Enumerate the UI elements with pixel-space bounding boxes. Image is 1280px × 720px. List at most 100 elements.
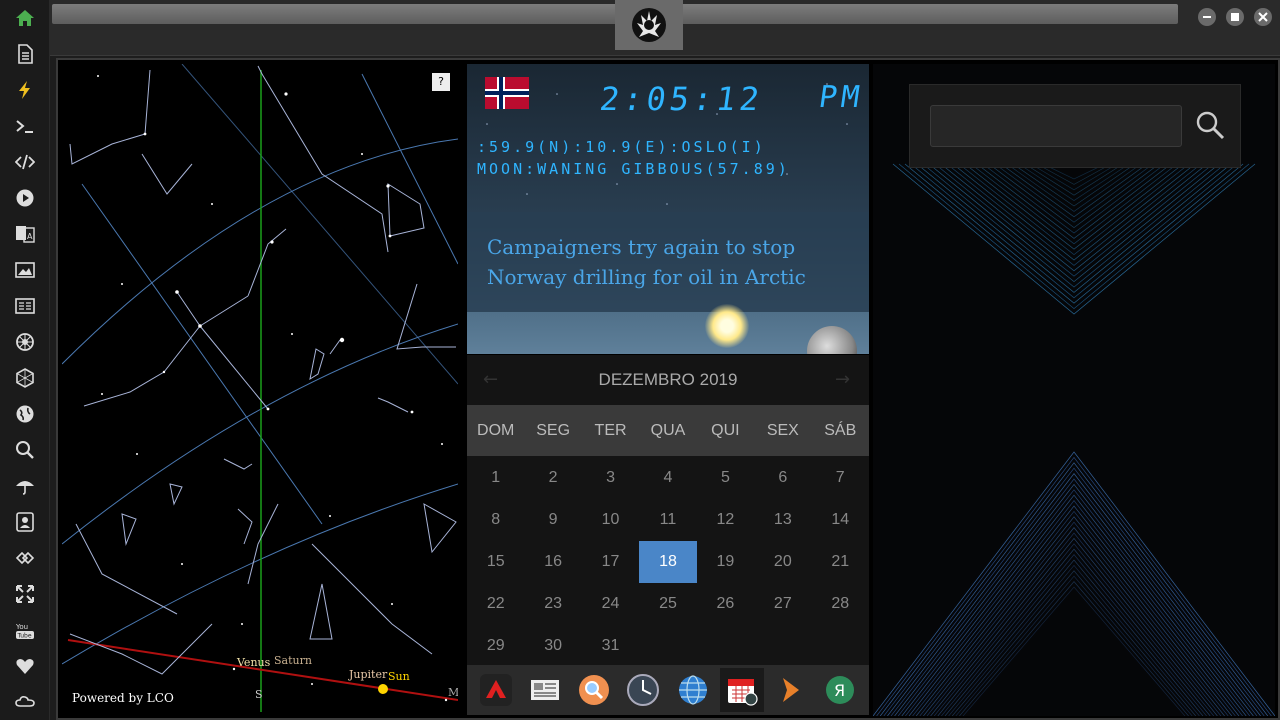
arrow-right-icon: → [835,369,851,390]
maximize-button[interactable] [1226,8,1244,26]
edge-label: M [448,686,458,699]
play-icon[interactable] [9,182,41,214]
calendar-day[interactable]: 16 [524,541,581,583]
bolt-icon[interactable] [9,74,41,106]
cloud-icon[interactable] [9,686,41,718]
pattern-line [883,467,1265,716]
calendar-day[interactable]: 17 [582,541,639,583]
calendar-day[interactable]: 5 [697,457,754,499]
sky-map[interactable]: ? Venus Saturn Jupiter Sun S M Powered b… [62,64,458,712]
calendar-day[interactable]: 10 [582,499,639,541]
calendar-day[interactable]: 1 [467,457,524,499]
calendar-day-today[interactable]: 18 [639,541,697,583]
search-button[interactable] [1192,107,1228,143]
dock-autodesk[interactable] [474,668,518,712]
search-input[interactable] [930,105,1182,147]
clock-time: 2:05:12 [597,80,766,118]
calendar-day[interactable]: 31 [582,625,639,667]
pattern-line [944,559,1204,716]
image-icon[interactable] [9,254,41,286]
dock-arrow[interactable] [769,668,813,712]
globe-icon[interactable] [9,398,41,430]
calendar-day[interactable]: 11 [639,499,696,541]
weekday: QUA [650,422,686,439]
calendar-day[interactable]: 9 [524,499,581,541]
app-dock: Я [467,665,869,715]
weekday: SEX [766,422,799,439]
youtube-icon[interactable]: You Tube [9,614,41,646]
dock-newspaper[interactable] [523,668,567,712]
pattern-line [951,570,1197,716]
dock-globe[interactable] [671,668,715,712]
document-icon[interactable] [9,38,41,70]
news-headline[interactable]: Campaigners try again to stop Norway dri… [487,232,849,292]
terminal-icon[interactable] [9,110,41,142]
expand-icon[interactable] [9,578,41,610]
pattern-line [962,586,1186,716]
pattern-line [908,505,1240,716]
heart-icon[interactable] [9,650,41,682]
help-button[interactable]: ? [432,73,450,91]
link-icon[interactable] [9,542,41,574]
news-ticker[interactable]: Campaigners try again to stop Norway dri… [467,212,869,312]
maximize-icon [1231,13,1239,21]
calendar-day[interactable]: 12 [697,499,754,541]
calendar-day[interactable]: 19 [697,541,754,583]
contact-icon[interactable] [9,506,41,538]
app-logo-tab[interactable] [615,0,683,50]
pattern-line [982,163,1166,234]
sun-marker [378,684,388,694]
dock-clock[interactable] [621,668,665,712]
search-icon[interactable] [9,434,41,466]
clock-widget: 2:05:12 PM :59.9(N):10.9(E):OSLO(I) MOON… [467,64,869,354]
news-icon[interactable] [9,290,41,322]
next-month-button[interactable]: → [835,369,850,390]
calendar-day[interactable]: 7 [812,457,869,499]
weekday: TER [594,422,627,439]
calendar-day[interactable]: 28 [812,583,869,625]
calendar-day[interactable]: 4 [639,457,696,499]
calendar-day[interactable]: 15 [467,541,524,583]
dock-calendar[interactable] [719,668,764,712]
calendar-day[interactable]: 29 [467,625,524,667]
calendar-week: 8 9 10 11 12 13 14 [467,499,869,541]
calendar-day[interactable]: 26 [697,583,754,625]
translate-icon[interactable]: A [9,218,41,250]
pattern-line [873,451,1275,716]
dock-yandex[interactable]: Я [818,668,862,712]
umbrella-icon[interactable] [9,470,41,502]
newspaper-icon [530,680,559,700]
calendar-day[interactable]: 21 [812,541,869,583]
sky-chart [62,64,458,712]
calendar-day[interactable]: 6 [754,457,811,499]
calendar-day[interactable]: 30 [524,625,581,667]
calendar-month: DEZEMBRO 2019 [598,370,738,389]
weekday-header: DOM SEG TER QUA QUI SEX SÁB [467,405,869,456]
pattern-line [890,478,1258,716]
calendar-day[interactable]: 2 [524,457,581,499]
search-widget [909,84,1241,168]
home-icon[interactable] [9,2,41,34]
powered-by-label[interactable]: Powered by LCO [72,691,174,705]
code-icon[interactable] [9,146,41,178]
calendar-day[interactable]: 27 [754,583,811,625]
close-button[interactable] [1254,8,1272,26]
pattern-line [904,163,1244,304]
dock-magnifier[interactable] [572,668,616,712]
minimize-button[interactable] [1198,8,1216,26]
top-bar [50,0,1280,56]
calendar-day[interactable]: 8 [467,499,524,541]
rebel-icon[interactable] [9,326,41,358]
hexagon-icon[interactable] [9,362,41,394]
calendar-day[interactable]: 24 [582,583,639,625]
norway-flag-icon [485,77,529,109]
calendar-day[interactable]: 3 [582,457,639,499]
calendar-day[interactable]: 22 [467,583,524,625]
calendar-day[interactable]: 25 [639,583,696,625]
arrow-icon [783,678,800,702]
calendar-day[interactable]: 23 [524,583,581,625]
calendar-day[interactable]: 20 [754,541,811,583]
pattern-line [915,516,1233,716]
calendar-day[interactable]: 14 [812,499,869,541]
calendar-day[interactable]: 13 [754,499,811,541]
